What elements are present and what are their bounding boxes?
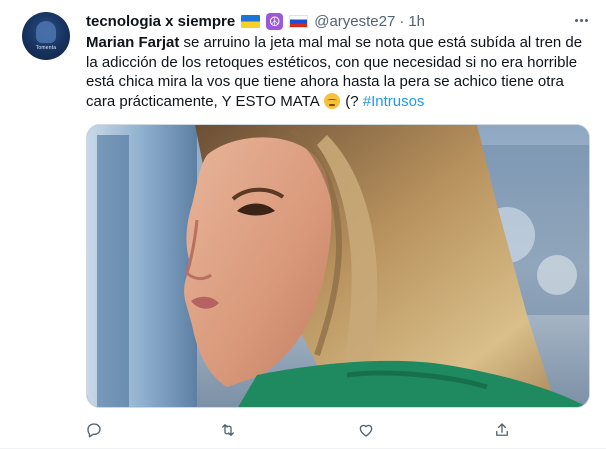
separator-dot: · (399, 12, 405, 30)
tweet-text: Marian Farjat se arruino la jeta mal mal… (86, 33, 594, 112)
avatar[interactable]: Tomenta (22, 12, 70, 60)
avatar-figure (36, 21, 56, 43)
share-icon[interactable] (490, 418, 514, 442)
timestamp[interactable]: 1h (408, 13, 425, 30)
tweet-photo[interactable] (86, 124, 590, 408)
hashtag-link[interactable]: #Intrusos (363, 93, 425, 110)
tweet-card[interactable]: Tomenta tecnologia x siempre ☮ @aryeste2… (0, 0, 606, 449)
tweet-actions (86, 418, 546, 442)
reply-icon[interactable] (82, 418, 106, 442)
more-options-icon[interactable] (568, 9, 594, 31)
tweet-text-mention: Marian Farjat (86, 34, 180, 51)
avatar-text: Tomenta (35, 45, 57, 51)
tweet-header: tecnologia x siempre ☮ @aryeste27 · 1h (86, 11, 425, 31)
russia-flag-icon (289, 14, 309, 28)
photo-woman-profile-icon (87, 125, 589, 407)
user-handle[interactable]: @aryeste27 (314, 13, 395, 30)
display-name[interactable]: tecnologia x siempre (86, 13, 235, 30)
ukraine-flag-icon (241, 14, 261, 28)
retweet-icon[interactable] (216, 418, 240, 442)
peace-symbol-icon: ☮ (266, 12, 284, 30)
tweet-text-after-emoji: (? (341, 93, 363, 111)
like-icon[interactable] (354, 418, 378, 442)
pensive-face-emoji-icon (324, 93, 341, 110)
